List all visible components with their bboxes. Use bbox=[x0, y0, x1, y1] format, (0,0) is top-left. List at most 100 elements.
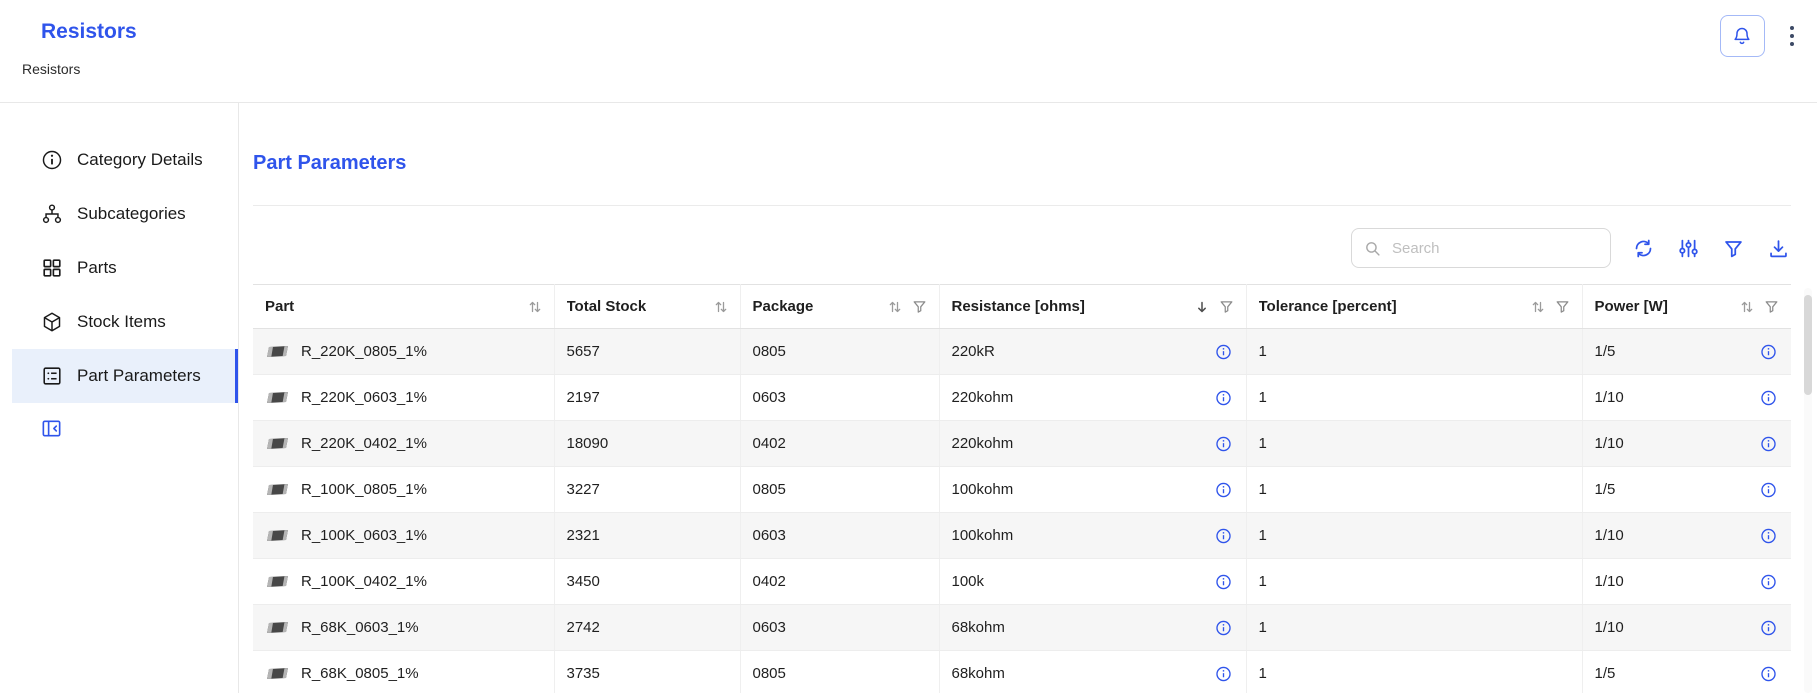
total-stock-cell: 3450 bbox=[554, 559, 740, 605]
hierarchy-icon bbox=[40, 203, 64, 225]
table-header-row: Part Total Stock PackageResistance [ohms]T… bbox=[253, 285, 1791, 329]
info-icon[interactable] bbox=[1760, 665, 1777, 682]
package-cell: 0402 bbox=[740, 559, 939, 605]
table-row[interactable]: R_100K_0402_1%34500402100k11/10 bbox=[253, 559, 1791, 605]
scrollbar-thumb[interactable] bbox=[1804, 295, 1812, 395]
power-cell: 1/10 bbox=[1582, 513, 1791, 559]
notifications-button[interactable] bbox=[1720, 15, 1765, 57]
sort-icon[interactable] bbox=[1740, 300, 1754, 314]
column-header-total-stock[interactable]: Total Stock bbox=[554, 285, 740, 329]
sidebar-item-subcategories[interactable]: Subcategories bbox=[12, 187, 238, 241]
column-label: Total Stock bbox=[567, 298, 647, 315]
part-cell: R_100K_0603_1% bbox=[253, 513, 554, 559]
total-stock-cell: 3227 bbox=[554, 467, 740, 513]
info-icon[interactable] bbox=[1215, 481, 1232, 498]
power-cell: 1/5 bbox=[1582, 467, 1791, 513]
info-icon[interactable] bbox=[1760, 481, 1777, 498]
part-name: R_100K_0402_1% bbox=[301, 573, 427, 590]
part-cell: R_220K_0603_1% bbox=[253, 375, 554, 421]
sidebar-item-part-parameters[interactable]: Part Parameters bbox=[12, 349, 238, 403]
sort-icon[interactable] bbox=[1531, 300, 1545, 314]
table-row[interactable]: R_100K_0603_1%23210603100kohm11/10 bbox=[253, 513, 1791, 559]
power-cell: 1/10 bbox=[1582, 559, 1791, 605]
search-input[interactable] bbox=[1390, 239, 1598, 258]
top-bar: Resistors Resistors bbox=[0, 0, 1817, 103]
table-row[interactable]: R_220K_0603_1%21970603220kohm11/10 bbox=[253, 375, 1791, 421]
column-filter-icon[interactable] bbox=[912, 299, 927, 314]
info-icon[interactable] bbox=[1215, 665, 1232, 682]
power-cell: 1/5 bbox=[1582, 651, 1791, 693]
part-name: R_100K_0805_1% bbox=[301, 481, 427, 498]
resistance-cell: 220kR bbox=[939, 329, 1246, 375]
column-header-part[interactable]: Part bbox=[253, 285, 554, 329]
column-filter-icon[interactable] bbox=[1764, 299, 1779, 314]
info-icon[interactable] bbox=[1215, 573, 1232, 590]
column-settings-icon bbox=[1678, 238, 1699, 259]
table-row[interactable]: R_220K_0402_1%180900402220kohm11/10 bbox=[253, 421, 1791, 467]
grid-icon bbox=[40, 257, 64, 279]
tolerance-cell: 1 bbox=[1246, 605, 1582, 651]
tolerance-cell: 1 bbox=[1246, 651, 1582, 693]
resistance-cell: 68kohm bbox=[939, 605, 1246, 651]
filter-button[interactable] bbox=[1721, 236, 1746, 261]
resistance-cell: 100kohm bbox=[939, 467, 1246, 513]
info-icon[interactable] bbox=[1760, 619, 1777, 636]
column-settings-button[interactable] bbox=[1676, 236, 1701, 261]
table-row[interactable]: R_220K_0805_1%56570805220kR11/5 bbox=[253, 329, 1791, 375]
sidebar-item-stock-items[interactable]: Stock Items bbox=[12, 295, 238, 349]
total-stock-cell: 5657 bbox=[554, 329, 740, 375]
info-icon[interactable] bbox=[1215, 435, 1232, 452]
info-icon bbox=[40, 149, 64, 171]
more-menu-button[interactable] bbox=[1785, 20, 1800, 53]
info-icon[interactable] bbox=[1215, 527, 1232, 544]
sidebar-item-label: Part Parameters bbox=[77, 366, 201, 386]
power-cell: 1/5 bbox=[1582, 329, 1791, 375]
sidebar-item-label: Category Details bbox=[77, 150, 203, 170]
column-header-resistance-ohms[interactable]: Resistance [ohms] bbox=[939, 285, 1246, 329]
top-actions bbox=[1720, 15, 1800, 57]
sort-icon[interactable] bbox=[888, 300, 902, 314]
sidebar-item-label: Stock Items bbox=[77, 312, 166, 332]
refresh-icon bbox=[1633, 238, 1654, 259]
part-thumbnail-icon bbox=[265, 574, 290, 589]
part-name: R_220K_0603_1% bbox=[301, 389, 427, 406]
bell-icon bbox=[1732, 26, 1752, 46]
breadcrumb[interactable]: Resistors bbox=[22, 61, 1793, 77]
search-icon bbox=[1364, 240, 1381, 257]
table-row[interactable]: R_68K_0805_1%3735080568kohm11/5 bbox=[253, 651, 1791, 693]
sort-icon[interactable] bbox=[714, 300, 728, 314]
download-button[interactable] bbox=[1766, 236, 1791, 261]
column-filter-icon[interactable] bbox=[1219, 299, 1234, 314]
sort-icon[interactable] bbox=[528, 300, 542, 314]
tolerance-cell: 1 bbox=[1246, 559, 1582, 605]
sidebar-item-parts[interactable]: Parts bbox=[12, 241, 238, 295]
package-cell: 0603 bbox=[740, 605, 939, 651]
column-header-package[interactable]: Package bbox=[740, 285, 939, 329]
sidebar-item-category-details[interactable]: Category Details bbox=[12, 133, 238, 187]
list-details-icon bbox=[40, 365, 64, 387]
collapse-sidebar-button[interactable] bbox=[38, 415, 65, 442]
resistance-value: 68kohm bbox=[952, 665, 1005, 682]
resistance-value: 220kR bbox=[952, 343, 995, 360]
info-icon[interactable] bbox=[1215, 343, 1232, 360]
part-thumbnail-icon bbox=[265, 482, 290, 497]
table-body: R_220K_0805_1%56570805220kR11/5R_220K_06… bbox=[253, 329, 1791, 693]
sort-desc-icon[interactable] bbox=[1195, 300, 1209, 314]
info-icon[interactable] bbox=[1215, 619, 1232, 636]
info-icon[interactable] bbox=[1760, 435, 1777, 452]
info-icon[interactable] bbox=[1760, 527, 1777, 544]
info-icon[interactable] bbox=[1760, 389, 1777, 406]
info-icon[interactable] bbox=[1760, 573, 1777, 590]
info-icon[interactable] bbox=[1215, 389, 1232, 406]
package-cell: 0805 bbox=[740, 329, 939, 375]
column-header-power-w[interactable]: Power [W] bbox=[1582, 285, 1791, 329]
refresh-button[interactable] bbox=[1631, 236, 1656, 261]
column-header-tolerance-percent[interactable]: Tolerance [percent] bbox=[1246, 285, 1582, 329]
part-cell: R_100K_0805_1% bbox=[253, 467, 554, 513]
info-icon[interactable] bbox=[1760, 343, 1777, 360]
table-row[interactable]: R_68K_0603_1%2742060368kohm11/10 bbox=[253, 605, 1791, 651]
table-row[interactable]: R_100K_0805_1%32270805100kohm11/5 bbox=[253, 467, 1791, 513]
resistance-cell: 220kohm bbox=[939, 421, 1246, 467]
column-filter-icon[interactable] bbox=[1555, 299, 1570, 314]
part-thumbnail-icon bbox=[265, 666, 290, 681]
